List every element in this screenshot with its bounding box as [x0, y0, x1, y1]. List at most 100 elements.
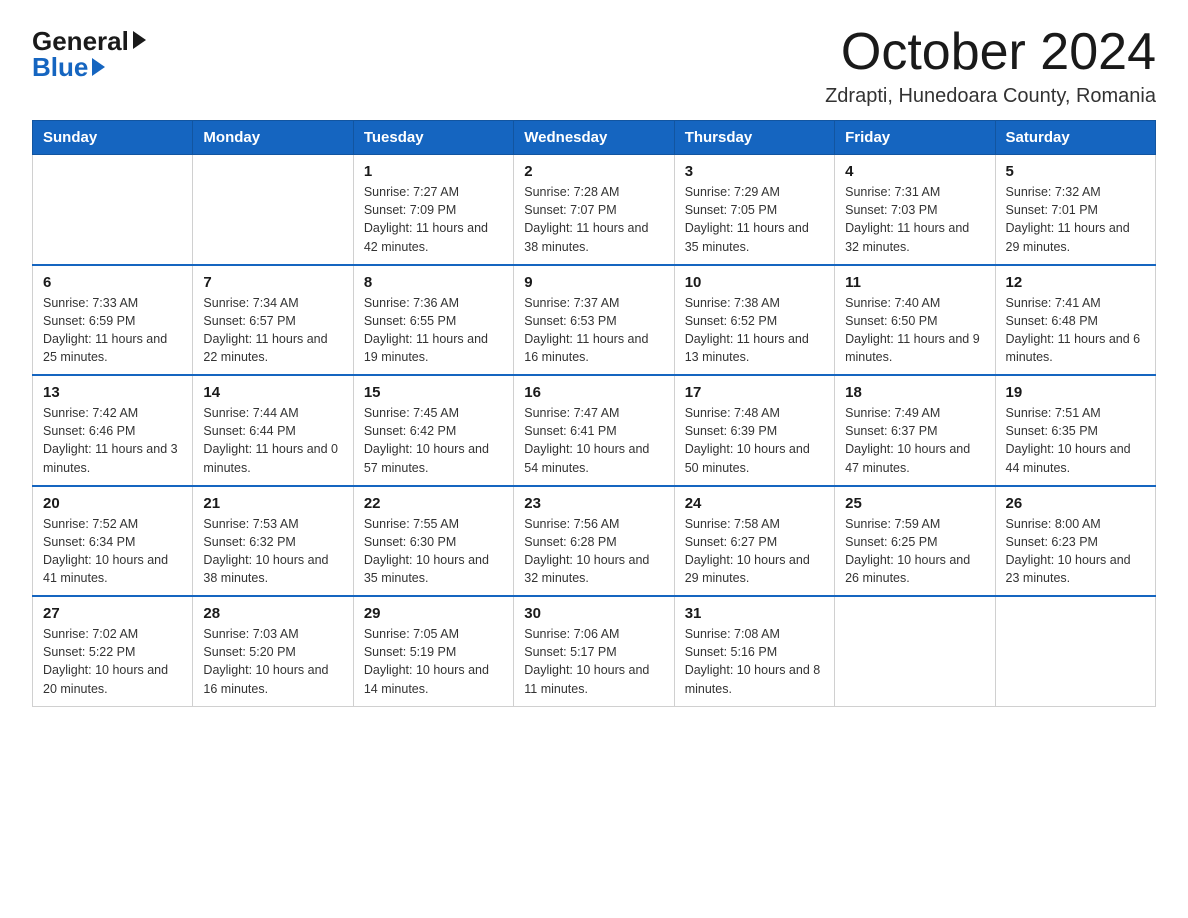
calendar-cell: 23 Sunrise: 7:56 AMSunset: 6:28 PMDayligh… [514, 486, 674, 597]
day-detail: Sunrise: 7:31 AMSunset: 7:03 PMDaylight:… [845, 183, 984, 256]
day-number: 13 [43, 384, 182, 401]
calendar-week-row: 1 Sunrise: 7:27 AMSunset: 7:09 PMDaylight… [33, 155, 1156, 265]
calendar-cell: 17Sunrise: 7:48 AMSunset: 6:39 PMDayligh… [674, 375, 834, 486]
calendar-cell: 2Sunrise: 7:28 AMSunset: 7:07 PMDaylight… [514, 155, 674, 265]
calendar-cell: 29 Sunrise: 7:05 AMSunset: 5:19 PMDayligh… [353, 596, 513, 706]
calendar-cell: 5 Sunrise: 7:32 AMSunset: 7:01 PMDaylight… [995, 155, 1155, 265]
day-number: 24 [685, 495, 824, 512]
calendar-cell: 25 Sunrise: 7:59 AMSunset: 6:25 PMDayligh… [835, 486, 995, 597]
day-number: 7 [203, 274, 342, 291]
calendar-cell: 13Sunrise: 7:42 AMSunset: 6:46 PMDayligh… [33, 375, 193, 486]
day-detail: Sunrise: 7:38 AMSunset: 6:52 PMDaylight:… [685, 294, 824, 367]
day-detail: Sunrise: 7:45 AMSunset: 6:42 PMDaylight:… [364, 404, 503, 477]
title-block: October 2024 Zdrapti, Hunedoara County, … [825, 24, 1156, 108]
day-number: 8 [364, 274, 503, 291]
calendar-cell: 11 Sunrise: 7:40 AMSunset: 6:50 PMDayligh… [835, 265, 995, 376]
day-number: 18 [845, 384, 984, 401]
day-number: 1 [364, 163, 503, 180]
calendar-cell: 6 Sunrise: 7:33 AMSunset: 6:59 PMDaylight… [33, 265, 193, 376]
day-detail: Sunrise: 7:40 AMSunset: 6:50 PMDaylight:… [845, 294, 984, 367]
day-detail: Sunrise: 7:37 AMSunset: 6:53 PMDaylight:… [524, 294, 663, 367]
day-detail: Sunrise: 7:53 AMSunset: 6:32 PMDaylight:… [203, 515, 342, 588]
calendar-cell: 31Sunrise: 7:08 AMSunset: 5:16 PMDayligh… [674, 596, 834, 706]
day-number: 26 [1006, 495, 1145, 512]
calendar-week-row: 6 Sunrise: 7:33 AMSunset: 6:59 PMDaylight… [33, 265, 1156, 376]
day-number: 22 [364, 495, 503, 512]
day-detail: Sunrise: 7:48 AMSunset: 6:39 PMDaylight:… [685, 404, 824, 477]
weekday-header-wednesday: Wednesday [514, 121, 674, 155]
day-detail: Sunrise: 7:29 AMSunset: 7:05 PMDaylight:… [685, 183, 824, 256]
day-detail: Sunrise: 7:05 AMSunset: 5:19 PMDaylight:… [364, 625, 503, 698]
day-detail: Sunrise: 7:28 AMSunset: 7:07 PMDaylight:… [524, 183, 663, 256]
calendar-header-row: SundayMondayTuesdayWednesdayThursdayFrid… [33, 121, 1156, 155]
day-number: 31 [685, 605, 824, 622]
day-number: 27 [43, 605, 182, 622]
calendar-cell: 12 Sunrise: 7:41 AMSunset: 6:48 PMDayligh… [995, 265, 1155, 376]
day-number: 9 [524, 274, 663, 291]
calendar-cell: 22Sunrise: 7:55 AMSunset: 6:30 PMDayligh… [353, 486, 513, 597]
calendar-cell: 1 Sunrise: 7:27 AMSunset: 7:09 PMDaylight… [353, 155, 513, 265]
day-detail: Sunrise: 7:56 AMSunset: 6:28 PMDaylight:… [524, 515, 663, 588]
day-detail: Sunrise: 7:49 AMSunset: 6:37 PMDaylight:… [845, 404, 984, 477]
day-detail: Sunrise: 7:47 AMSunset: 6:41 PMDaylight:… [524, 404, 663, 477]
logo-general-text: General [32, 28, 129, 54]
day-number: 11 [845, 274, 984, 291]
day-number: 21 [203, 495, 342, 512]
calendar-cell: 27 Sunrise: 7:02 AMSunset: 5:22 PMDayligh… [33, 596, 193, 706]
weekday-header-monday: Monday [193, 121, 353, 155]
calendar-cell: 4 Sunrise: 7:31 AMSunset: 7:03 PMDaylight… [835, 155, 995, 265]
calendar-cell [995, 596, 1155, 706]
day-detail: Sunrise: 8:00 AMSunset: 6:23 PMDaylight:… [1006, 515, 1145, 588]
calendar-cell: 28 Sunrise: 7:03 AMSunset: 5:20 PMDayligh… [193, 596, 353, 706]
day-number: 19 [1006, 384, 1145, 401]
calendar-cell [33, 155, 193, 265]
day-detail: Sunrise: 7:03 AMSunset: 5:20 PMDaylight:… [203, 625, 342, 698]
day-detail: Sunrise: 7:41 AMSunset: 6:48 PMDaylight:… [1006, 294, 1145, 367]
day-number: 20 [43, 495, 182, 512]
day-number: 10 [685, 274, 824, 291]
logo-blue-text: Blue [32, 54, 105, 80]
day-detail: Sunrise: 7:34 AMSunset: 6:57 PMDaylight:… [203, 294, 342, 367]
day-number: 28 [203, 605, 342, 622]
day-number: 29 [364, 605, 503, 622]
calendar-cell: 30Sunrise: 7:06 AMSunset: 5:17 PMDayligh… [514, 596, 674, 706]
day-detail: Sunrise: 7:36 AMSunset: 6:55 PMDaylight:… [364, 294, 503, 367]
day-number: 15 [364, 384, 503, 401]
day-number: 4 [845, 163, 984, 180]
day-detail: Sunrise: 7:59 AMSunset: 6:25 PMDaylight:… [845, 515, 984, 588]
calendar-week-row: 20Sunrise: 7:52 AMSunset: 6:34 PMDayligh… [33, 486, 1156, 597]
calendar-cell: 7 Sunrise: 7:34 AMSunset: 6:57 PMDaylight… [193, 265, 353, 376]
calendar-cell: 20Sunrise: 7:52 AMSunset: 6:34 PMDayligh… [33, 486, 193, 597]
day-number: 23 [524, 495, 663, 512]
day-number: 6 [43, 274, 182, 291]
calendar-cell: 18 Sunrise: 7:49 AMSunset: 6:37 PMDayligh… [835, 375, 995, 486]
day-detail: Sunrise: 7:58 AMSunset: 6:27 PMDaylight:… [685, 515, 824, 588]
calendar-cell: 8 Sunrise: 7:36 AMSunset: 6:55 PMDaylight… [353, 265, 513, 376]
calendar-table: SundayMondayTuesdayWednesdayThursdayFrid… [32, 120, 1156, 707]
day-detail: Sunrise: 7:33 AMSunset: 6:59 PMDaylight:… [43, 294, 182, 367]
logo: General Blue [32, 28, 146, 80]
day-detail: Sunrise: 7:02 AMSunset: 5:22 PMDaylight:… [43, 625, 182, 698]
calendar-cell: 16Sunrise: 7:47 AMSunset: 6:41 PMDayligh… [514, 375, 674, 486]
weekday-header-tuesday: Tuesday [353, 121, 513, 155]
calendar-cell [193, 155, 353, 265]
calendar-cell [835, 596, 995, 706]
logo-arrow-blue [92, 58, 105, 76]
month-title: October 2024 [825, 24, 1156, 81]
calendar-cell: 14Sunrise: 7:44 AMSunset: 6:44 PMDayligh… [193, 375, 353, 486]
day-number: 5 [1006, 163, 1145, 180]
day-number: 30 [524, 605, 663, 622]
page-header: General Blue October 2024 Zdrapti, Huned… [32, 24, 1156, 108]
day-number: 12 [1006, 274, 1145, 291]
day-detail: Sunrise: 7:27 AMSunset: 7:09 PMDaylight:… [364, 183, 503, 256]
day-number: 25 [845, 495, 984, 512]
calendar-cell: 3 Sunrise: 7:29 AMSunset: 7:05 PMDaylight… [674, 155, 834, 265]
logo-blue-label: Blue [32, 54, 88, 80]
day-number: 3 [685, 163, 824, 180]
weekday-header-friday: Friday [835, 121, 995, 155]
calendar-cell: 26 Sunrise: 8:00 AMSunset: 6:23 PMDayligh… [995, 486, 1155, 597]
logo-arrow-black [133, 31, 146, 49]
calendar-week-row: 13Sunrise: 7:42 AMSunset: 6:46 PMDayligh… [33, 375, 1156, 486]
day-detail: Sunrise: 7:32 AMSunset: 7:01 PMDaylight:… [1006, 183, 1145, 256]
weekday-header-sunday: Sunday [33, 121, 193, 155]
